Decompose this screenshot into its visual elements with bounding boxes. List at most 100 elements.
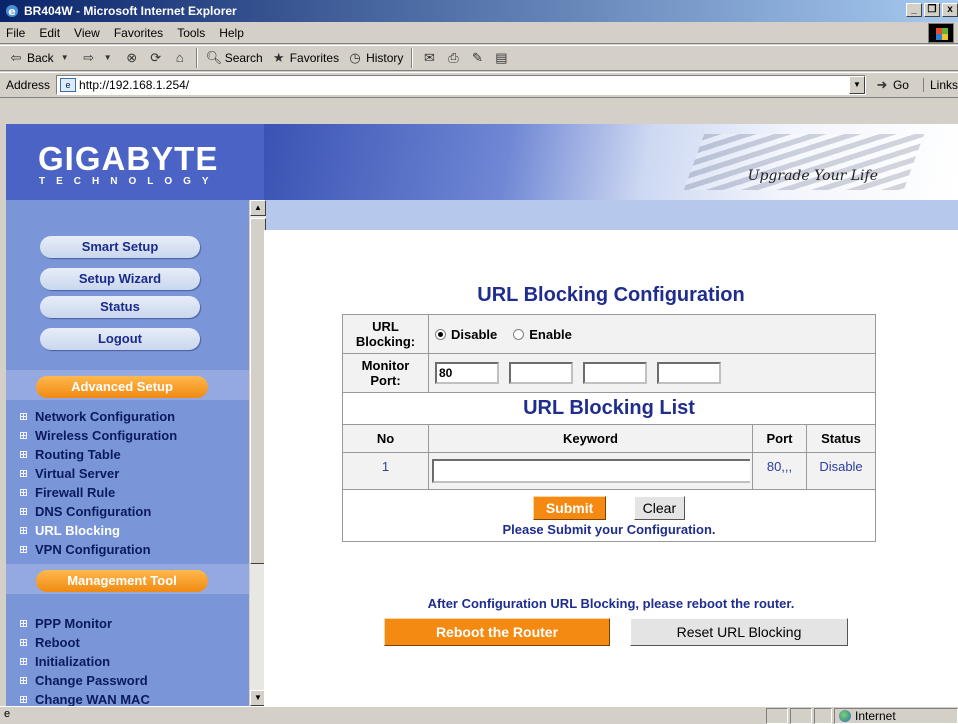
- monitor-port-input-1[interactable]: 80: [435, 362, 499, 384]
- nav-reboot[interactable]: Reboot: [20, 635, 80, 650]
- bullet-icon: [20, 677, 27, 684]
- favorites-icon: ★: [272, 50, 285, 65]
- nav-label: Change WAN MAC: [35, 692, 150, 706]
- menu-file[interactable]: File: [6, 26, 25, 40]
- title-bar: e BR404W - Microsoft Internet Explorer _…: [0, 0, 958, 22]
- setup-wizard-button[interactable]: Setup Wizard: [40, 268, 200, 290]
- enable-radio[interactable]: [513, 328, 525, 340]
- logout-button[interactable]: Logout: [40, 328, 200, 350]
- close-button[interactable]: x: [942, 3, 958, 17]
- links-button[interactable]: Links: [922, 78, 958, 92]
- column-status: Status: [821, 431, 861, 446]
- nav-label: URL Blocking: [35, 523, 120, 538]
- nav-routing-table[interactable]: Routing Table: [20, 447, 121, 462]
- sidebar: Smart Setup Setup Wizard Status Logout A…: [6, 200, 264, 706]
- nav-initialization[interactable]: Initialization: [20, 654, 110, 669]
- submit-row: Submit Clear Please Submit your Configur…: [343, 490, 875, 541]
- discuss-icon[interactable]: ▤: [493, 50, 509, 66]
- menu-tools[interactable]: Tools: [177, 26, 205, 40]
- nav-label: Reboot: [35, 635, 80, 650]
- logo-area: GIGABYTE TECHNOLOGY: [6, 124, 264, 200]
- reboot-router-button[interactable]: Reboot the Router: [384, 618, 610, 646]
- keyword-cell: [429, 453, 753, 489]
- search-button[interactable]: 🔍︎ Search: [206, 50, 263, 66]
- row-no: 1: [343, 453, 429, 489]
- status-button[interactable]: Status: [40, 296, 200, 318]
- refresh-icon[interactable]: ⟳: [148, 50, 164, 66]
- nav-vpn-configuration[interactable]: VPN Configuration: [20, 542, 151, 557]
- config-table: URL Blocking: Disable Enable Monitor Por…: [342, 314, 876, 542]
- page-icon: e: [60, 78, 77, 92]
- nav-label: Wireless Configuration: [35, 428, 178, 443]
- reset-url-blocking-button[interactable]: Reset URL Blocking: [630, 618, 848, 646]
- bullet-icon: [20, 546, 27, 553]
- mail-icon[interactable]: ✉: [421, 50, 437, 66]
- nav-change-password[interactable]: Change Password: [20, 673, 148, 688]
- nav-firewall-rule[interactable]: Firewall Rule: [20, 485, 115, 500]
- nav-label: PPP Monitor: [35, 616, 113, 631]
- nav-dns-configuration[interactable]: DNS Configuration: [20, 504, 151, 519]
- favorites-button[interactable]: ★ Favorites: [271, 50, 339, 66]
- menu-favorites[interactable]: Favorites: [114, 26, 163, 40]
- menu-view[interactable]: View: [74, 26, 100, 40]
- bullet-icon: [20, 432, 27, 439]
- page-title: URL Blocking Configuration: [477, 284, 745, 306]
- nav-wireless-configuration[interactable]: Wireless Configuration: [20, 428, 177, 443]
- history-label: History: [366, 51, 404, 65]
- nav-virtual-server[interactable]: Virtual Server: [20, 466, 119, 481]
- monitor-port-input-2[interactable]: [509, 362, 573, 384]
- maximize-button[interactable]: ❐: [924, 3, 940, 17]
- address-dropdown-icon[interactable]: ▼: [848, 76, 865, 94]
- address-url: http://192.168.1.254/: [79, 78, 190, 92]
- search-icon: 🔍︎: [205, 50, 223, 65]
- column-no: No: [343, 425, 429, 452]
- nav-ppp-monitor[interactable]: PPP Monitor: [20, 616, 112, 631]
- bullet-icon: [20, 658, 27, 665]
- history-icon: ◷: [349, 50, 361, 65]
- status-panel: [790, 708, 812, 724]
- nav-change-wan-mac[interactable]: Change WAN MAC: [20, 692, 150, 706]
- smart-setup-button[interactable]: Smart Setup: [40, 236, 200, 258]
- table-row: 1 80,,, Disable: [343, 453, 875, 490]
- page-content: GIGABYTE TECHNOLOGY Upgrade Your Life Sm…: [6, 124, 958, 706]
- search-label: Search: [224, 51, 263, 65]
- print-icon[interactable]: ⎙: [445, 50, 461, 66]
- submit-button[interactable]: Submit: [532, 496, 607, 520]
- menu-help[interactable]: Help: [219, 26, 244, 40]
- back-button[interactable]: ⇦ Back ▼: [8, 50, 73, 66]
- dropdown-arrow-icon: ▼: [60, 53, 69, 62]
- bullet-icon: [20, 639, 27, 646]
- bullet-icon: [20, 620, 27, 627]
- menu-edit[interactable]: Edit: [39, 26, 60, 40]
- nav-url-blocking[interactable]: URL Blocking: [20, 523, 120, 538]
- browser-window: e BR404W - Microsoft Internet Explorer _…: [0, 0, 958, 724]
- disable-label: Disable: [451, 326, 498, 342]
- submit-area: Submit Clear Please Submit your Configur…: [343, 490, 875, 541]
- address-bar: Address e http://192.168.1.254/ ▼ ➜ Go L…: [0, 72, 958, 98]
- url-blocking-label: URL Blocking:: [343, 315, 429, 353]
- minimize-button[interactable]: _: [906, 3, 922, 17]
- logo-subtitle: TECHNOLOGY: [39, 176, 220, 187]
- scroll-up-icon[interactable]: ▲: [250, 200, 266, 216]
- toolbar: ⇦ Back ▼ ⇨ ▼ ⊗ ⟳ ⌂ 🔍︎ Search ★ Favorites…: [0, 45, 958, 71]
- clear-button[interactable]: Clear: [633, 496, 686, 520]
- column-keyword: Keyword: [429, 425, 753, 452]
- nav-label: Routing Table: [35, 447, 121, 462]
- forward-button[interactable]: ⇨ ▼: [81, 50, 116, 66]
- nav-network-configuration[interactable]: Network Configuration: [20, 409, 175, 424]
- address-label: Address: [6, 78, 51, 92]
- url-blocking-options: Disable Enable: [429, 315, 875, 353]
- edit-icon[interactable]: ✎: [469, 50, 485, 66]
- disable-radio[interactable]: [435, 328, 446, 340]
- address-input[interactable]: e http://192.168.1.254/ ▼: [56, 75, 866, 95]
- home-icon[interactable]: ⌂: [172, 50, 188, 66]
- keyword-input[interactable]: [431, 459, 750, 483]
- reboot-note: After Configuration URL Blocking, please…: [427, 596, 795, 611]
- history-button[interactable]: ◷ History: [347, 50, 403, 66]
- go-button[interactable]: ➜ Go: [874, 77, 909, 93]
- monitor-port-input-4[interactable]: [657, 362, 721, 384]
- advanced-setup-header: Advanced Setup: [36, 376, 208, 398]
- status-panel: [766, 708, 788, 724]
- monitor-port-input-3[interactable]: [583, 362, 647, 384]
- stop-icon[interactable]: ⊗: [124, 50, 140, 66]
